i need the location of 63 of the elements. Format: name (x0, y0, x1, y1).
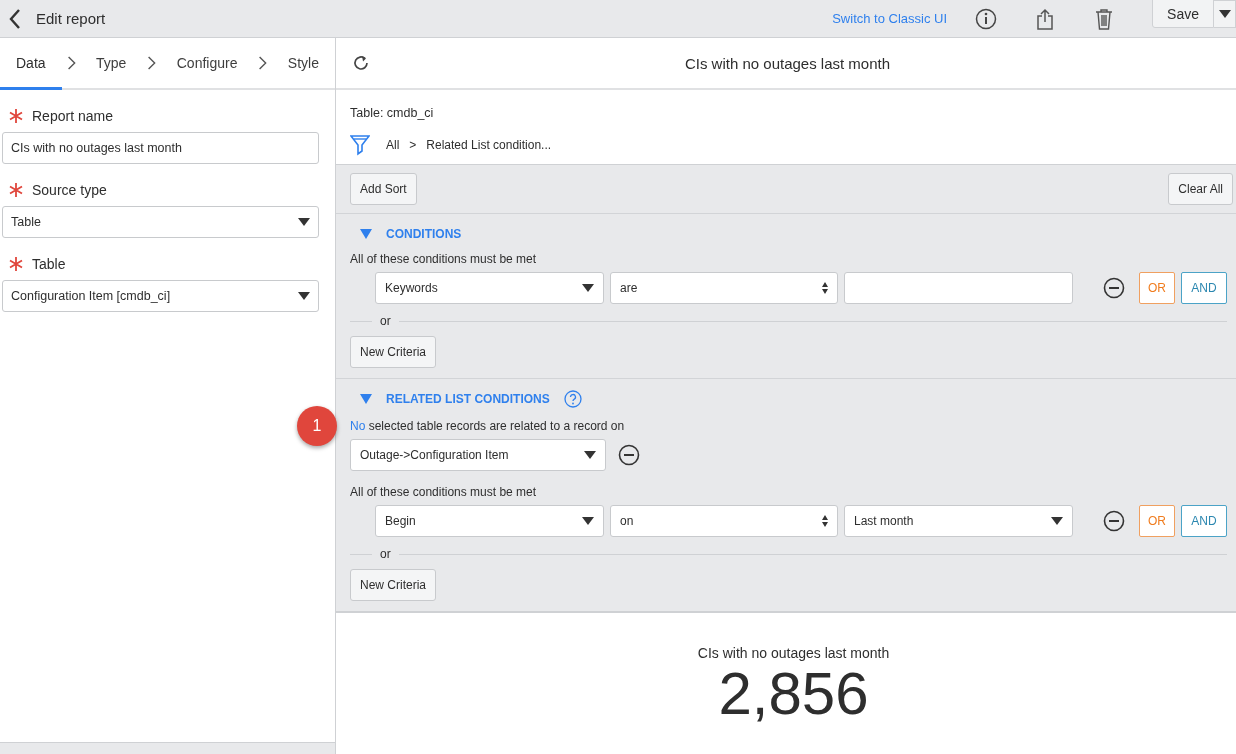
step-tab[interactable]: Configure (160, 38, 254, 90)
and-button[interactable]: AND (1181, 272, 1227, 304)
field-label: Source type (32, 182, 107, 198)
step-tab[interactable]: Style (271, 38, 335, 90)
and-button[interactable]: AND (1181, 505, 1227, 537)
operator-select[interactable]: are (610, 272, 838, 304)
table-label: Table: cmdb_ci (350, 106, 435, 120)
annotation-badge: 1 (297, 406, 337, 446)
clear-all-button[interactable]: Clear All (1168, 173, 1233, 205)
breadcrumb-link[interactable]: Related List condition... (426, 138, 552, 152)
rule-text: All of these conditions must be met (350, 252, 538, 266)
rule-text: All of these conditions must be met (350, 485, 538, 499)
dropdown-icon (582, 517, 594, 525)
field-select[interactable]: Begin (375, 505, 604, 537)
chevron-icon (65, 54, 76, 72)
dropdown-icon (1051, 517, 1063, 525)
field-label: Table (32, 256, 66, 272)
breadcrumb-separator: > (409, 138, 417, 152)
page-title: Edit report (36, 10, 107, 27)
remove-icon[interactable] (618, 444, 640, 466)
new-criteria-button[interactable]: New Criteria (350, 336, 436, 368)
save-button[interactable]: Save (1152, 0, 1214, 28)
stepper-arrows-icon (822, 515, 828, 527)
operator-select[interactable]: on (610, 505, 838, 537)
report-title: CIs with no outages last month (683, 54, 892, 72)
caret-icon (1218, 10, 1231, 18)
input-field[interactable]: CIs with no outages last month (2, 132, 319, 164)
step-tab[interactable]: Data (0, 38, 62, 90)
save-options-button[interactable] (1214, 0, 1236, 28)
result-title: CIs with no outages last month (697, 645, 890, 661)
relation-select[interactable]: Outage->Configuration Item (350, 439, 606, 471)
back-icon[interactable] (8, 7, 22, 30)
or-separator: or (380, 314, 391, 328)
refresh-icon[interactable] (352, 54, 370, 72)
dropdown-icon (298, 218, 310, 226)
or-separator: or (380, 547, 391, 561)
trash-icon[interactable] (1095, 7, 1114, 30)
help-icon[interactable] (563, 390, 582, 408)
value-select[interactable]: Last month (844, 505, 1073, 537)
select-field[interactable]: Configuration Item [cmdb_ci] (2, 280, 319, 312)
dropdown-icon (298, 292, 310, 300)
field-label: Report name (32, 108, 113, 124)
relation-text: No selected table records are related to a record on (350, 419, 626, 433)
step-tab[interactable]: Type (80, 38, 143, 90)
remove-icon[interactable] (1103, 277, 1125, 299)
dropdown-icon (582, 284, 594, 292)
chevron-icon (146, 54, 157, 72)
chevron-icon (257, 54, 268, 72)
breadcrumb-link[interactable]: All (386, 138, 400, 152)
info-icon[interactable] (975, 7, 998, 30)
collapse-icon[interactable] (360, 394, 372, 404)
stepper-arrows-icon (822, 282, 828, 294)
value-field[interactable] (844, 272, 1073, 304)
dropdown-icon (584, 451, 596, 459)
filter-icon[interactable] (350, 134, 370, 156)
result-value: 2,856 (718, 661, 869, 727)
select-field[interactable]: Table (2, 206, 319, 238)
remove-icon[interactable] (1103, 510, 1125, 532)
collapse-icon[interactable] (360, 229, 372, 239)
share-icon[interactable] (1036, 7, 1055, 30)
new-criteria-button[interactable]: New Criteria (350, 569, 436, 601)
field-select[interactable]: Keywords (375, 272, 604, 304)
add-sort-button[interactable]: Add Sort (350, 173, 417, 205)
